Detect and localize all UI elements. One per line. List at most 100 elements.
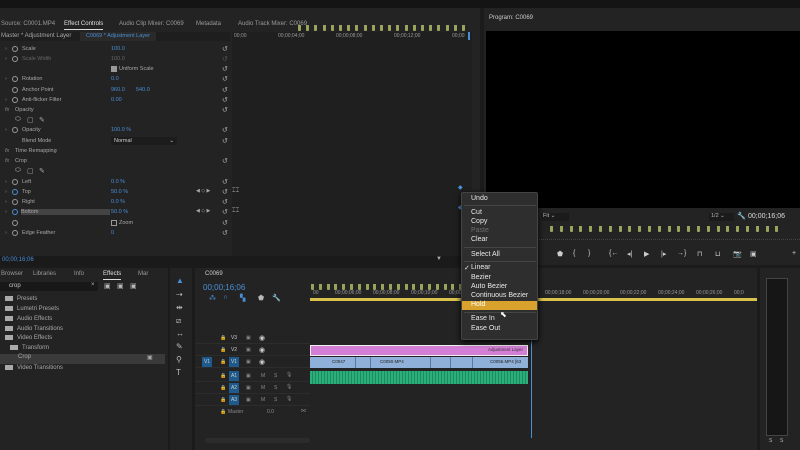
menu-item-clear[interactable]: Clear bbox=[471, 236, 488, 243]
expand-chevron-icon[interactable]: › bbox=[5, 209, 7, 215]
marker-icon[interactable] bbox=[326, 284, 330, 290]
stopwatch-icon[interactable] bbox=[12, 46, 18, 52]
tab-effect-controls[interactable]: Effect Controls bbox=[64, 21, 104, 30]
effect-crop[interactable]: Crop ▣ bbox=[0, 354, 165, 364]
menu-item-copy[interactable]: Copy bbox=[471, 218, 487, 225]
keyframe-top[interactable]: ◆ bbox=[458, 184, 463, 191]
marker-icon[interactable] bbox=[589, 226, 593, 232]
track-target[interactable]: V1 bbox=[229, 357, 239, 367]
effect-property-row[interactable]: › Bottom 50.0 % ◀ ◇ ▶ ⌶⌶ ↺ bbox=[0, 208, 239, 218]
wrench-icon[interactable]: 🔧 bbox=[737, 212, 746, 220]
reset-icon[interactable]: ↺ bbox=[222, 198, 228, 206]
32bit-effects-icon[interactable]: ▣ bbox=[117, 282, 124, 290]
marker-icon[interactable] bbox=[412, 284, 416, 290]
filter-icon[interactable]: ▼ bbox=[436, 256, 442, 262]
lock-icon[interactable]: 🔒 bbox=[220, 347, 226, 353]
marker-icon[interactable] bbox=[706, 226, 710, 232]
export-frame-icon[interactable]: 📷 bbox=[733, 250, 742, 258]
marker-icon[interactable] bbox=[350, 284, 353, 290]
lock-icon[interactable]: 🔒 bbox=[220, 359, 226, 365]
menu-item-ease-in[interactable]: Ease In bbox=[471, 315, 495, 322]
razor-tool-icon[interactable]: ⧄ bbox=[176, 316, 181, 326]
tab-markers[interactable]: Mar bbox=[138, 271, 148, 277]
reset-icon[interactable]: ↺ bbox=[222, 75, 228, 83]
reset-icon[interactable]: ↺ bbox=[222, 45, 228, 53]
add-marker-icon[interactable]: ⬟ bbox=[258, 294, 264, 302]
reset-icon[interactable]: ↺ bbox=[222, 137, 228, 145]
checkbox[interactable] bbox=[111, 66, 117, 72]
effect-property-row[interactable]: › Right 0.0 % ↺ bbox=[0, 198, 232, 208]
selection-tool-icon[interactable]: ▲ bbox=[176, 276, 184, 285]
keyframe-area[interactable] bbox=[232, 32, 472, 257]
mute-button[interactable]: M bbox=[261, 385, 265, 391]
snap-icon[interactable]: ∩ bbox=[223, 294, 228, 301]
stopwatch-icon[interactable] bbox=[12, 87, 18, 93]
reset-icon[interactable]: ↺ bbox=[222, 229, 228, 237]
mark-in-icon[interactable]: { bbox=[573, 250, 575, 257]
marker-icon[interactable] bbox=[550, 226, 553, 232]
accelerated-effects-icon[interactable]: ▣ bbox=[104, 282, 111, 290]
property-value[interactable]: 50.0 % bbox=[111, 189, 128, 195]
menu-item-undo[interactable]: Undo bbox=[471, 195, 488, 202]
marker-icon[interactable] bbox=[657, 226, 661, 232]
step-forward-icon[interactable]: |▸ bbox=[661, 250, 666, 258]
solo-button[interactable]: S bbox=[274, 385, 277, 391]
play-icon[interactable]: ▶ bbox=[644, 250, 649, 258]
expand-chevron-icon[interactable]: › bbox=[5, 179, 7, 185]
tab-info[interactable]: Info bbox=[74, 271, 84, 277]
effect-property-row[interactable]: Blend Mode Normal ⌄ ↺ bbox=[0, 137, 232, 147]
marker-icon[interactable] bbox=[775, 226, 779, 232]
stopwatch-icon[interactable] bbox=[12, 76, 18, 82]
marker-icon[interactable] bbox=[381, 284, 385, 290]
type-tool-icon[interactable]: T bbox=[176, 368, 181, 377]
menu-item-cut[interactable]: Cut bbox=[471, 209, 482, 216]
track-select-tool-icon[interactable]: ⇢ bbox=[176, 290, 183, 299]
lock-icon[interactable]: 🔒 bbox=[220, 335, 226, 341]
tab-audio-track-mixer[interactable]: Audio Track Mixer: C0069 bbox=[238, 21, 307, 27]
marker-icon[interactable] bbox=[453, 25, 457, 31]
marker-icon[interactable] bbox=[371, 25, 375, 31]
track-target[interactable]: A1 bbox=[229, 371, 239, 381]
horizontal-zoom-scrollbar[interactable] bbox=[205, 438, 310, 443]
rectangle-mask-icon[interactable]: ▢ bbox=[27, 167, 34, 175]
marker-icon[interactable] bbox=[697, 226, 700, 232]
marker-icon[interactable] bbox=[667, 226, 671, 232]
marker-icon[interactable] bbox=[765, 226, 769, 232]
expand-chevron-icon[interactable]: › bbox=[5, 189, 7, 195]
effect-property-row[interactable]: › Edge Feather 0 ↺ bbox=[0, 229, 232, 239]
source-patch-v1[interactable]: V1 bbox=[202, 357, 212, 367]
keyframe-bracket-icon[interactable]: ⌶⌶ bbox=[232, 188, 239, 195]
fx-icon[interactable]: fx bbox=[5, 107, 9, 113]
resolution-dropdown[interactable]: 1/2 ⌄ bbox=[709, 213, 734, 221]
reset-icon[interactable]: ↺ bbox=[222, 96, 228, 104]
effect-property-row[interactable]: fx Time Remapping bbox=[0, 147, 232, 157]
effect-property-row[interactable]: fx Opacity ↺ bbox=[0, 106, 232, 116]
reset-icon[interactable]: ↺ bbox=[222, 106, 228, 114]
effect-property-row[interactable]: ⬭ ▢ ✎ bbox=[0, 116, 232, 126]
marker-icon[interactable] bbox=[420, 284, 424, 290]
property-value[interactable]: 0.0 bbox=[111, 76, 119, 82]
sync-lock-icon[interactable]: ▣ bbox=[246, 359, 251, 365]
expand-chevron-icon[interactable]: › bbox=[5, 97, 7, 103]
reset-icon[interactable]: ↺ bbox=[222, 219, 228, 227]
extract-icon[interactable]: ⊔ bbox=[715, 250, 720, 258]
marker-icon[interactable] bbox=[428, 284, 431, 290]
marker-icon[interactable] bbox=[311, 284, 314, 290]
stopwatch-icon[interactable] bbox=[12, 179, 18, 185]
menu-item-linear[interactable]: ✓ Linear bbox=[464, 264, 490, 272]
keyframe-navigator[interactable]: ◀ ◇ ▶ bbox=[196, 188, 210, 194]
property-value[interactable]: 100.0 % bbox=[111, 127, 131, 133]
stopwatch-icon[interactable] bbox=[12, 189, 18, 195]
track-header-v3[interactable]: 🔒 V3 ▣ ◉ bbox=[195, 333, 310, 344]
expand-chevron-icon[interactable]: › bbox=[5, 127, 7, 133]
track-header-a1[interactable]: 🔒 A1 ▣ M S 🎙 bbox=[195, 371, 310, 382]
checkbox[interactable] bbox=[111, 220, 117, 226]
lock-icon[interactable]: 🔒 bbox=[220, 397, 226, 403]
property-value[interactable]: 0 bbox=[111, 230, 114, 236]
reset-icon[interactable]: ↺ bbox=[222, 208, 228, 216]
menu-item-hold[interactable]: Hold bbox=[462, 301, 537, 310]
marker-icon[interactable] bbox=[437, 25, 441, 31]
ellipse-mask-icon[interactable]: ⬭ bbox=[15, 167, 21, 175]
adjustment-layer-clip[interactable]: Adjustment Layer bbox=[310, 345, 528, 356]
master-track[interactable]: 🔒 Master 0.0 ⋈ bbox=[195, 408, 310, 418]
